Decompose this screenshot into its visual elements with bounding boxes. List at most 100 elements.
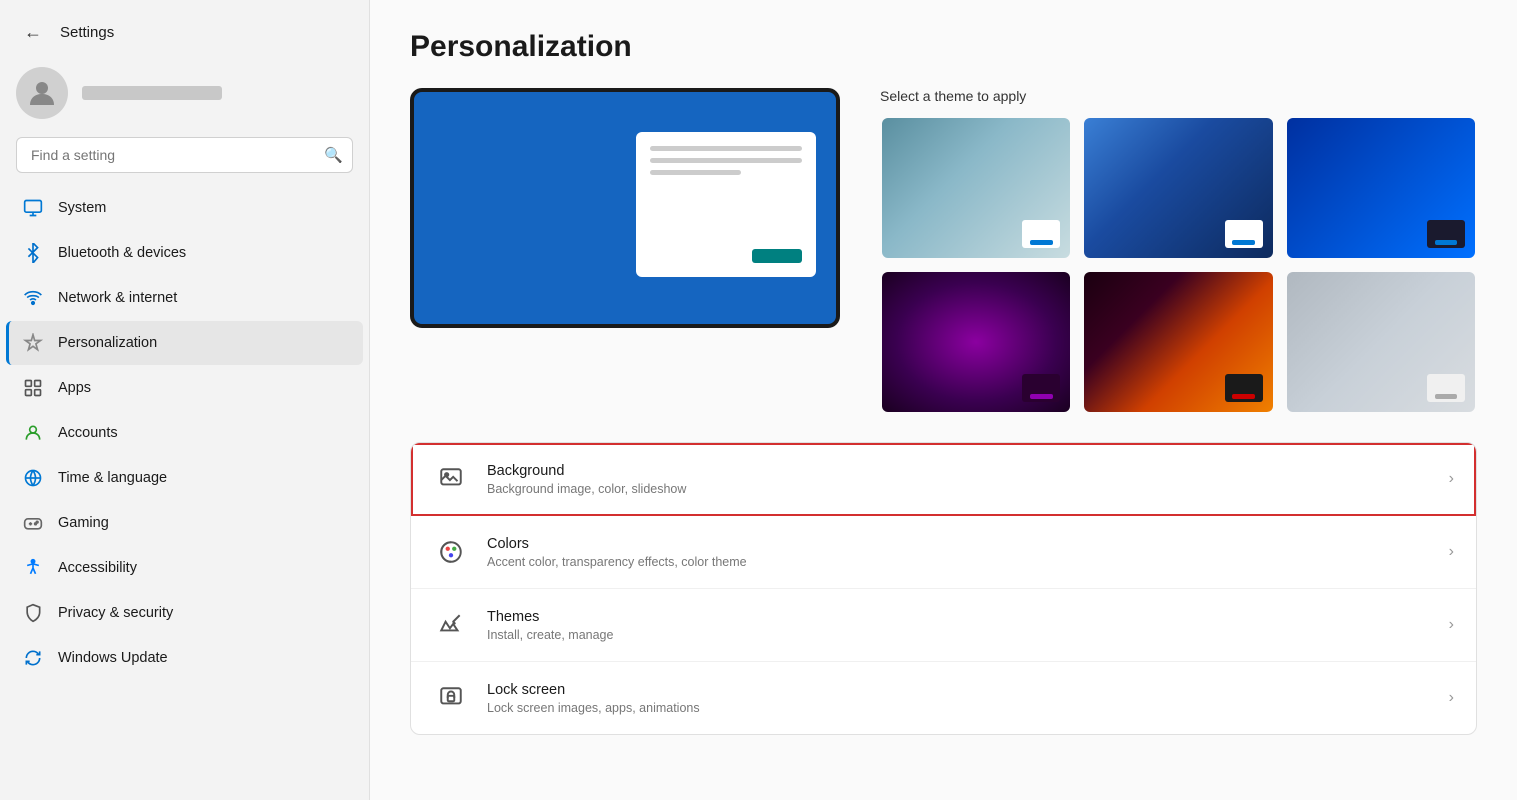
sidebar-item-apps-label: Apps xyxy=(58,380,91,396)
window-line-3 xyxy=(650,170,741,175)
sidebar-item-gaming[interactable]: Gaming xyxy=(6,501,363,545)
nav-list: System Bluetooth & devices Network & int… xyxy=(0,183,369,800)
sidebar-item-apps[interactable]: Apps xyxy=(6,366,363,410)
theme-card-6[interactable] xyxy=(1285,270,1477,414)
settings-item-lock-screen[interactable]: Lock screen Lock screen images, apps, an… xyxy=(411,662,1476,734)
theme-mini-btn-4 xyxy=(1030,394,1052,399)
chevron-right-background: › xyxy=(1449,470,1454,488)
settings-list: Background Background image, color, slid… xyxy=(410,442,1477,735)
user-name xyxy=(82,86,222,100)
app-title: Settings xyxy=(60,24,114,41)
apps-icon xyxy=(22,377,44,399)
theme-mini-window-1 xyxy=(1022,220,1060,248)
shield-icon xyxy=(22,602,44,624)
back-button[interactable]: ← xyxy=(16,18,50,47)
avatar xyxy=(16,67,68,119)
themes-section: Select a theme to apply xyxy=(880,88,1477,414)
background-subtitle: Background image, color, slideshow xyxy=(487,482,1431,496)
search-box: 🔍 xyxy=(16,137,353,173)
lock-screen-text: Lock screen Lock screen images, apps, an… xyxy=(487,682,1431,715)
sidebar-item-accessibility[interactable]: Accessibility xyxy=(6,546,363,590)
sidebar-item-accounts-label: Accounts xyxy=(58,425,118,441)
themes-label: Select a theme to apply xyxy=(880,88,1477,104)
window-button xyxy=(752,249,802,263)
sidebar-item-system[interactable]: System xyxy=(6,186,363,230)
theme-mini-btn-6 xyxy=(1435,394,1457,399)
theme-mini-btn-2 xyxy=(1232,240,1254,245)
themes-icon xyxy=(433,607,469,643)
refresh-icon xyxy=(22,647,44,669)
colors-subtitle: Accent color, transparency effects, colo… xyxy=(487,555,1431,569)
theme-card-2[interactable] xyxy=(1082,116,1274,260)
themes-title: Themes xyxy=(487,609,1431,625)
sidebar-item-system-label: System xyxy=(58,200,106,216)
chevron-right-colors: › xyxy=(1449,543,1454,561)
sidebar-item-personalization[interactable]: Personalization xyxy=(6,321,363,365)
settings-item-background[interactable]: Background Background image, color, slid… xyxy=(411,443,1476,516)
chevron-right-themes: › xyxy=(1449,616,1454,634)
lock-screen-subtitle: Lock screen images, apps, animations xyxy=(487,701,1431,715)
sidebar-item-network-label: Network & internet xyxy=(58,290,177,306)
sidebar-item-gaming-label: Gaming xyxy=(58,515,109,531)
theme-bg-2 xyxy=(1084,118,1272,258)
sidebar-header: ← Settings xyxy=(0,0,369,57)
theme-mini-window-5 xyxy=(1225,374,1263,402)
gamepad-icon xyxy=(22,512,44,534)
theme-mini-window-4 xyxy=(1022,374,1060,402)
theme-mini-window-6 xyxy=(1427,374,1465,402)
sidebar-item-accounts[interactable]: Accounts xyxy=(6,411,363,455)
globe-icon xyxy=(22,467,44,489)
colors-icon xyxy=(433,534,469,570)
lock-screen-title: Lock screen xyxy=(487,682,1431,698)
themes-text: Themes Install, create, manage xyxy=(487,609,1431,642)
sidebar-item-bluetooth-label: Bluetooth & devices xyxy=(58,245,186,261)
monitor-icon xyxy=(22,197,44,219)
background-icon xyxy=(433,461,469,497)
search-input[interactable] xyxy=(16,137,353,173)
theme-card-1[interactable] xyxy=(880,116,1072,260)
sidebar-item-update[interactable]: Windows Update xyxy=(6,636,363,680)
preview-container xyxy=(410,88,840,328)
sidebar-item-personalization-label: Personalization xyxy=(58,335,157,351)
theme-bg-1 xyxy=(882,118,1070,258)
theme-mini-window-2 xyxy=(1225,220,1263,248)
theme-mini-btn-3 xyxy=(1435,240,1457,245)
theme-card-4[interactable] xyxy=(880,270,1072,414)
sidebar-item-privacy[interactable]: Privacy & security xyxy=(6,591,363,635)
sidebar-item-privacy-label: Privacy & security xyxy=(58,605,173,621)
background-text: Background Background image, color, slid… xyxy=(487,463,1431,496)
sidebar: ← Settings 🔍 System xyxy=(0,0,370,800)
theme-bg-4 xyxy=(882,272,1070,412)
settings-item-themes[interactable]: Themes Install, create, manage › xyxy=(411,589,1476,662)
paint-icon xyxy=(22,332,44,354)
sidebar-item-time[interactable]: Time & language xyxy=(6,456,363,500)
user-icon xyxy=(26,77,58,109)
colors-title: Colors xyxy=(487,536,1431,552)
monitor-preview xyxy=(410,88,840,328)
network-icon xyxy=(22,287,44,309)
preview-window xyxy=(636,132,816,277)
themes-grid xyxy=(880,116,1477,414)
colors-text: Colors Accent color, transparency effect… xyxy=(487,536,1431,569)
bluetooth-icon xyxy=(22,242,44,264)
top-row: Select a theme to apply xyxy=(410,88,1477,414)
theme-card-5[interactable] xyxy=(1082,270,1274,414)
sidebar-item-time-label: Time & language xyxy=(58,470,167,486)
person-icon xyxy=(22,422,44,444)
sidebar-item-bluetooth[interactable]: Bluetooth & devices xyxy=(6,231,363,275)
themes-subtitle: Install, create, manage xyxy=(487,628,1431,642)
page-title: Personalization xyxy=(410,30,1477,64)
user-section xyxy=(0,57,369,133)
sidebar-item-update-label: Windows Update xyxy=(58,650,168,666)
lock-screen-icon xyxy=(433,680,469,716)
chevron-right-lock-screen: › xyxy=(1449,689,1454,707)
sidebar-item-network[interactable]: Network & internet xyxy=(6,276,363,320)
settings-item-colors[interactable]: Colors Accent color, transparency effect… xyxy=(411,516,1476,589)
theme-bg-5 xyxy=(1084,272,1272,412)
theme-bg-3 xyxy=(1287,118,1475,258)
theme-mini-btn-5 xyxy=(1232,394,1254,399)
theme-card-3[interactable] xyxy=(1285,116,1477,260)
theme-mini-window-3 xyxy=(1427,220,1465,248)
background-title: Background xyxy=(487,463,1431,479)
theme-mini-btn-1 xyxy=(1030,240,1052,245)
